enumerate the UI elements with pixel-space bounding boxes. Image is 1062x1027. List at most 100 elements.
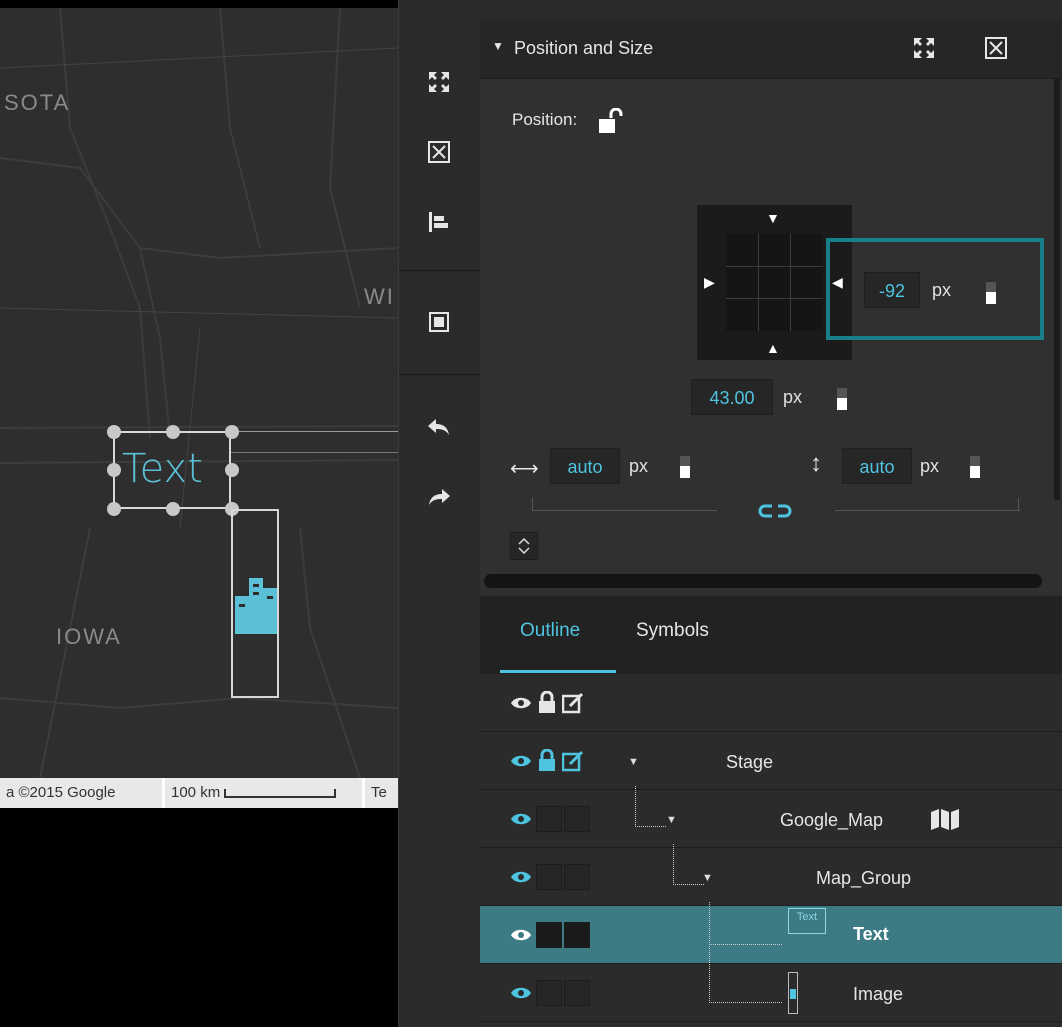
edit-toggle[interactable]	[564, 980, 590, 1006]
eye-icon[interactable]	[510, 870, 532, 884]
map-scale: 100 km	[165, 778, 365, 808]
lock-toggle[interactable]	[536, 980, 562, 1006]
eye-icon[interactable]	[510, 696, 532, 710]
resize-handle[interactable]	[107, 463, 121, 477]
map-copyright: a ©2015 Google	[0, 778, 165, 808]
width-input[interactable]: auto	[550, 448, 620, 484]
map-attribution-bar: a ©2015 Google 100 km Te	[0, 778, 398, 808]
text-thumbnail: Text	[788, 908, 826, 934]
outline-row-stage[interactable]: ▼ Stage	[480, 732, 1062, 790]
lock-toggle[interactable]	[536, 806, 562, 832]
resize-handle[interactable]	[107, 502, 121, 516]
panel-vertical-scrollbar[interactable]	[1054, 20, 1060, 500]
anchor-cell[interactable]	[758, 234, 791, 266]
building-icon	[235, 578, 277, 634]
toolbar-divider	[399, 374, 481, 375]
map-view[interactable]: SOTA WI IOWA a ©2015 Google 100 km Te	[0, 0, 398, 1027]
active-tab-indicator	[500, 670, 616, 673]
anchor-grid[interactable]	[726, 234, 823, 331]
outline-row-google-map[interactable]: ▼ Google_Map	[480, 790, 1062, 848]
outline-row-map-group[interactable]: ▼ Map_Group	[480, 848, 1062, 906]
fit-contain-icon[interactable]	[980, 32, 1012, 64]
map-terms-link[interactable]: Te	[365, 778, 398, 808]
resize-handle[interactable]	[166, 425, 180, 439]
text-element[interactable]: Text	[122, 446, 203, 492]
edit-icon[interactable]	[562, 750, 584, 772]
edit-toggle[interactable]	[564, 922, 590, 948]
fit-expand-icon[interactable]	[421, 64, 457, 100]
collapse-icon[interactable]: ▼	[492, 39, 504, 53]
anchor-cell[interactable]	[791, 266, 823, 299]
map-label-wisconsin: WI	[364, 284, 395, 309]
center-icon[interactable]	[421, 304, 457, 340]
tree-connector	[709, 902, 782, 945]
height-unit[interactable]: px	[920, 456, 939, 477]
lock-icon[interactable]	[537, 691, 557, 713]
tab-symbols[interactable]: Symbols	[636, 620, 709, 642]
fit-contain-icon[interactable]	[421, 134, 457, 170]
guide-line	[231, 431, 398, 432]
map-label-iowa: IOWA	[56, 624, 122, 649]
anchor-cell[interactable]	[758, 299, 791, 331]
anchor-cell[interactable]	[726, 266, 758, 299]
link-icon[interactable]	[758, 503, 792, 519]
bottom-offset-toggle[interactable]	[837, 388, 847, 410]
eye-icon[interactable]	[510, 986, 532, 1000]
resize-handle[interactable]	[107, 425, 121, 439]
anchor-left-arrow-icon[interactable]: ▶	[704, 274, 715, 291]
link-bracket	[1018, 498, 1021, 510]
width-arrows-icon: ⟷	[510, 458, 539, 480]
outline-row-label: Map_Group	[816, 868, 912, 888]
expand-toggle-button[interactable]	[510, 532, 538, 560]
eye-icon[interactable]	[510, 754, 532, 768]
outline-header-row	[480, 674, 1062, 732]
map-roads	[0, 8, 398, 778]
eye-icon[interactable]	[510, 812, 532, 826]
outline-panel: Outline Symbols ▼ Stage ▼ Google_Map ▼ M…	[480, 596, 1062, 1027]
edit-toggle[interactable]	[564, 864, 590, 890]
bottom-offset-unit[interactable]: px	[783, 387, 802, 408]
redo-icon[interactable]	[421, 478, 457, 514]
tree-connector	[673, 844, 704, 885]
width-toggle[interactable]	[680, 456, 690, 478]
align-left-icon[interactable]	[421, 204, 457, 240]
anchor-cell[interactable]	[758, 266, 791, 299]
panel-top-bar	[480, 0, 1062, 21]
lock-icon[interactable]	[537, 749, 557, 771]
resize-handle[interactable]	[166, 502, 180, 516]
panel-horizontal-scrollbar[interactable]	[484, 574, 1042, 588]
bottom-offset-input[interactable]: 43.00	[691, 379, 773, 415]
resize-handle[interactable]	[225, 425, 239, 439]
anchor-cell[interactable]	[726, 299, 758, 331]
height-toggle[interactable]	[970, 456, 980, 478]
eye-icon[interactable]	[510, 928, 532, 942]
expand-triangle-icon[interactable]: ▼	[628, 756, 639, 768]
height-input[interactable]: auto	[842, 448, 912, 484]
edit-icon[interactable]	[562, 692, 584, 714]
outline-row-label: Text	[853, 924, 889, 944]
section-header[interactable]: ▼ Position and Size	[480, 20, 1062, 79]
link-bracket	[835, 510, 1020, 511]
expand-triangle-icon[interactable]: ▼	[666, 814, 677, 826]
anchor-cell[interactable]	[791, 234, 823, 266]
fit-expand-icon[interactable]	[908, 32, 940, 64]
width-unit[interactable]: px	[629, 456, 648, 477]
lock-toggle[interactable]	[536, 864, 562, 890]
lock-toggle[interactable]	[536, 922, 562, 948]
link-bracket	[532, 498, 535, 510]
anchor-bottom-arrow-icon[interactable]: ▲	[766, 340, 780, 356]
highlight-callout	[826, 238, 1044, 340]
undo-icon[interactable]	[421, 410, 457, 446]
anchor-cell[interactable]	[791, 299, 823, 331]
chevron-updown-icon	[518, 538, 530, 554]
outline-row-label: Google_Map	[780, 810, 884, 830]
unlock-icon[interactable]	[599, 108, 623, 134]
tab-outline[interactable]: Outline	[520, 620, 580, 642]
map-canvas[interactable]: SOTA WI IOWA	[0, 8, 398, 778]
toolbar	[398, 0, 481, 1027]
anchor-cell[interactable]	[726, 234, 758, 266]
resize-handle[interactable]	[225, 463, 239, 477]
tree-connector	[635, 786, 666, 827]
anchor-top-arrow-icon[interactable]: ▼	[766, 210, 780, 226]
edit-toggle[interactable]	[564, 806, 590, 832]
